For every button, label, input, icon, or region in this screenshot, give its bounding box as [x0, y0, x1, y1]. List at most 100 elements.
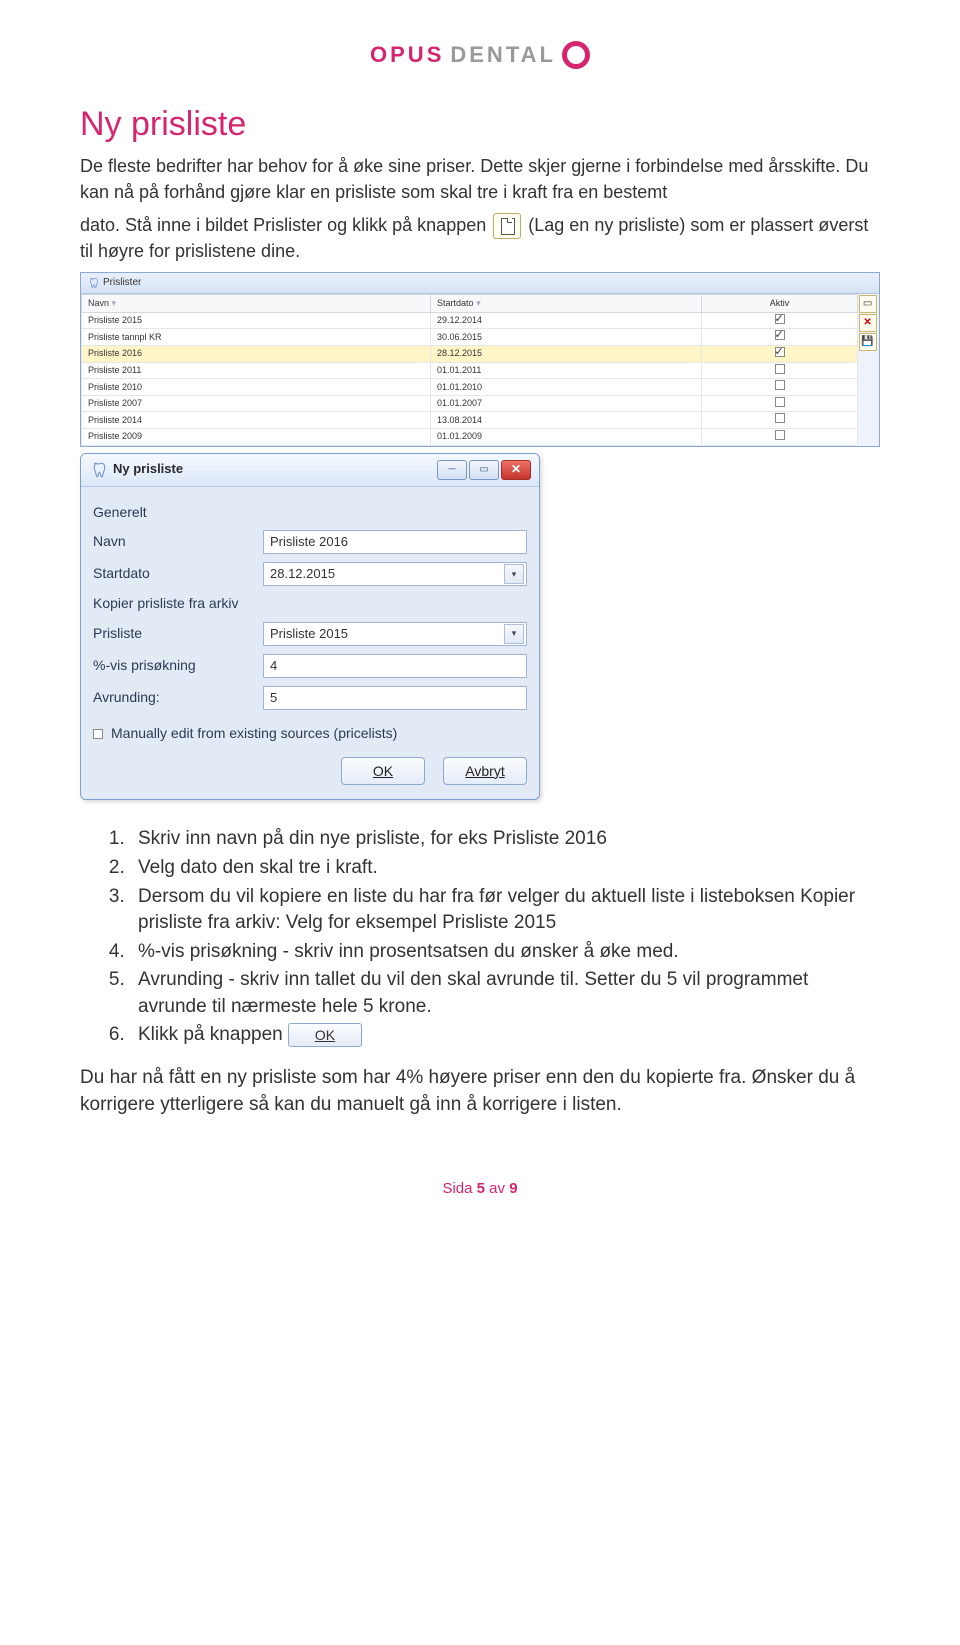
- cell-navn: Prisliste 2014: [82, 412, 431, 429]
- step-6: Klikk på knappen OK: [130, 1022, 880, 1049]
- label-startdato: Startdato: [93, 564, 263, 584]
- cell-dato: 29.12.2014: [431, 312, 702, 329]
- cell-aktiv: [702, 379, 857, 396]
- label-avrunding: Avrunding:: [93, 688, 263, 708]
- cell-aktiv: [702, 362, 857, 379]
- step-4: %-vis prisøkning - skriv inn prosentsats…: [130, 939, 880, 966]
- cell-aktiv: [702, 428, 857, 445]
- table-row[interactable]: Prisliste tannpl KR30.06.2015: [82, 329, 858, 346]
- prislister-title: Prislister: [103, 276, 141, 290]
- cell-dato: 01.01.2011: [431, 362, 702, 379]
- cell-aktiv: [702, 312, 857, 329]
- cell-dato: 01.01.2010: [431, 379, 702, 396]
- label-prisokning: %-vis prisøkning: [93, 656, 263, 676]
- aktiv-checkbox[interactable]: [775, 380, 785, 390]
- save-row-button[interactable]: 💾: [859, 333, 877, 351]
- page-current: 5: [477, 1180, 485, 1197]
- page-total: 9: [509, 1180, 517, 1197]
- cell-aktiv: [702, 412, 857, 429]
- cell-aktiv: [702, 329, 857, 346]
- delete-row-button[interactable]: ✕: [859, 314, 877, 332]
- tooth-icon: [89, 461, 107, 479]
- ny-prisliste-dialog: Ny prisliste ─ ▭ ✕ Generelt Navn Prislis…: [80, 453, 540, 801]
- input-avrunding[interactable]: 5: [263, 686, 527, 710]
- manual-edit-checkbox[interactable]: [93, 729, 103, 739]
- aktiv-checkbox[interactable]: [775, 397, 785, 407]
- value-navn: Prisliste 2016: [270, 533, 348, 551]
- col-startdato: Startdato: [437, 298, 474, 308]
- intro-paragraph-2: dato. Stå inne i bildet Prislister og kl…: [80, 213, 880, 264]
- aktiv-checkbox[interactable]: [775, 413, 785, 423]
- value-prisokning: 4: [270, 657, 277, 675]
- close-button[interactable]: ✕: [501, 460, 531, 480]
- input-navn[interactable]: Prisliste 2016: [263, 530, 527, 554]
- step-3: Dersom du vil kopiere en liste du har fr…: [130, 884, 880, 937]
- prislister-table: Navn ▾ Startdato ▾ Aktiv Prisliste 20152…: [81, 294, 858, 445]
- section-generelt: Generelt: [93, 503, 527, 523]
- value-avrunding: 5: [270, 689, 277, 707]
- ok-button-inline: OK: [288, 1023, 362, 1047]
- logo-text-opus: OPUS: [370, 40, 444, 71]
- aktiv-checkbox[interactable]: [775, 364, 785, 374]
- step-5: Avrunding - skriv inn tallet du vil den …: [130, 967, 880, 1020]
- page-prefix: Sida: [442, 1180, 476, 1197]
- page-title: Ny prisliste: [80, 101, 880, 149]
- col-aktiv: Aktiv: [770, 298, 790, 308]
- table-row[interactable]: Prisliste 201413.08.2014: [82, 412, 858, 429]
- brand-logo: OPUSDENTAL: [80, 40, 880, 71]
- table-row[interactable]: Prisliste 201529.12.2014: [82, 312, 858, 329]
- cell-dato: 13.08.2014: [431, 412, 702, 429]
- filter-icon[interactable]: ▾: [112, 298, 117, 308]
- cell-navn: Prisliste 2007: [82, 395, 431, 412]
- table-row[interactable]: Prisliste 200901.01.2009: [82, 428, 858, 445]
- label-prisliste: Prisliste: [93, 624, 263, 644]
- dropdown-icon[interactable]: ▾: [504, 624, 524, 644]
- table-row[interactable]: Prisliste 201628.12.2015: [82, 345, 858, 362]
- cell-navn: Prisliste 2016: [82, 345, 431, 362]
- manual-edit-label: Manually edit from existing sources (pri…: [111, 724, 397, 744]
- aktiv-checkbox[interactable]: [775, 430, 785, 440]
- logo-text-dental: DENTAL: [450, 40, 556, 71]
- col-navn: Navn: [88, 298, 109, 308]
- input-prisokning[interactable]: 4: [263, 654, 527, 678]
- cell-dato: 30.06.2015: [431, 329, 702, 346]
- ok-button[interactable]: OK: [341, 757, 425, 785]
- table-row[interactable]: Prisliste 201101.01.2011: [82, 362, 858, 379]
- step-6-text: Klikk på knappen: [138, 1024, 283, 1045]
- select-prisliste[interactable]: Prisliste 2015 ▾: [263, 622, 527, 646]
- aktiv-checkbox[interactable]: [775, 347, 785, 357]
- page-mid: av: [485, 1180, 509, 1197]
- value-startdato: 28.12.2015: [270, 565, 335, 583]
- cancel-button[interactable]: Avbryt: [443, 757, 527, 785]
- tooth-icon: [87, 277, 99, 289]
- intro-text-2a: dato. Stå inne i bildet Prislister og kl…: [80, 215, 486, 235]
- instruction-list: Skriv inn navn på din nye prisliste, for…: [130, 826, 880, 1049]
- cell-navn: Prisliste 2010: [82, 379, 431, 396]
- calendar-dropdown-icon[interactable]: ▾: [504, 564, 524, 584]
- outro-paragraph: Du har nå fått en ny prisliste som har 4…: [80, 1065, 880, 1118]
- cell-navn: Prisliste 2011: [82, 362, 431, 379]
- filter-icon[interactable]: ▾: [476, 298, 481, 308]
- table-row[interactable]: Prisliste 200701.01.2007: [82, 395, 858, 412]
- cell-dato: 01.01.2007: [431, 395, 702, 412]
- prislister-window: Prislister Navn ▾ Startdato ▾ Aktiv Pris…: [80, 272, 880, 446]
- minimize-button[interactable]: ─: [437, 460, 467, 480]
- new-row-button[interactable]: ▭: [859, 295, 877, 313]
- aktiv-checkbox[interactable]: [775, 330, 785, 340]
- table-row[interactable]: Prisliste 201001.01.2010: [82, 379, 858, 396]
- maximize-button[interactable]: ▭: [469, 460, 499, 480]
- cell-dato: 01.01.2009: [431, 428, 702, 445]
- cancel-button-label: Avbryt: [465, 762, 504, 782]
- dialog-titlebar: Ny prisliste ─ ▭ ✕: [81, 454, 539, 487]
- ok-button-label: OK: [373, 762, 393, 782]
- logo-circle-icon: [562, 41, 590, 69]
- ok-inline-label: OK: [315, 1027, 335, 1043]
- cell-navn: Prisliste tannpl KR: [82, 329, 431, 346]
- aktiv-checkbox[interactable]: [775, 314, 785, 324]
- cell-aktiv: [702, 395, 857, 412]
- input-startdato[interactable]: 28.12.2015 ▾: [263, 562, 527, 586]
- value-prisliste: Prisliste 2015: [270, 625, 348, 643]
- cell-navn: Prisliste 2009: [82, 428, 431, 445]
- label-navn: Navn: [93, 532, 263, 552]
- table-side-buttons: ▭ ✕ 💾: [858, 294, 879, 445]
